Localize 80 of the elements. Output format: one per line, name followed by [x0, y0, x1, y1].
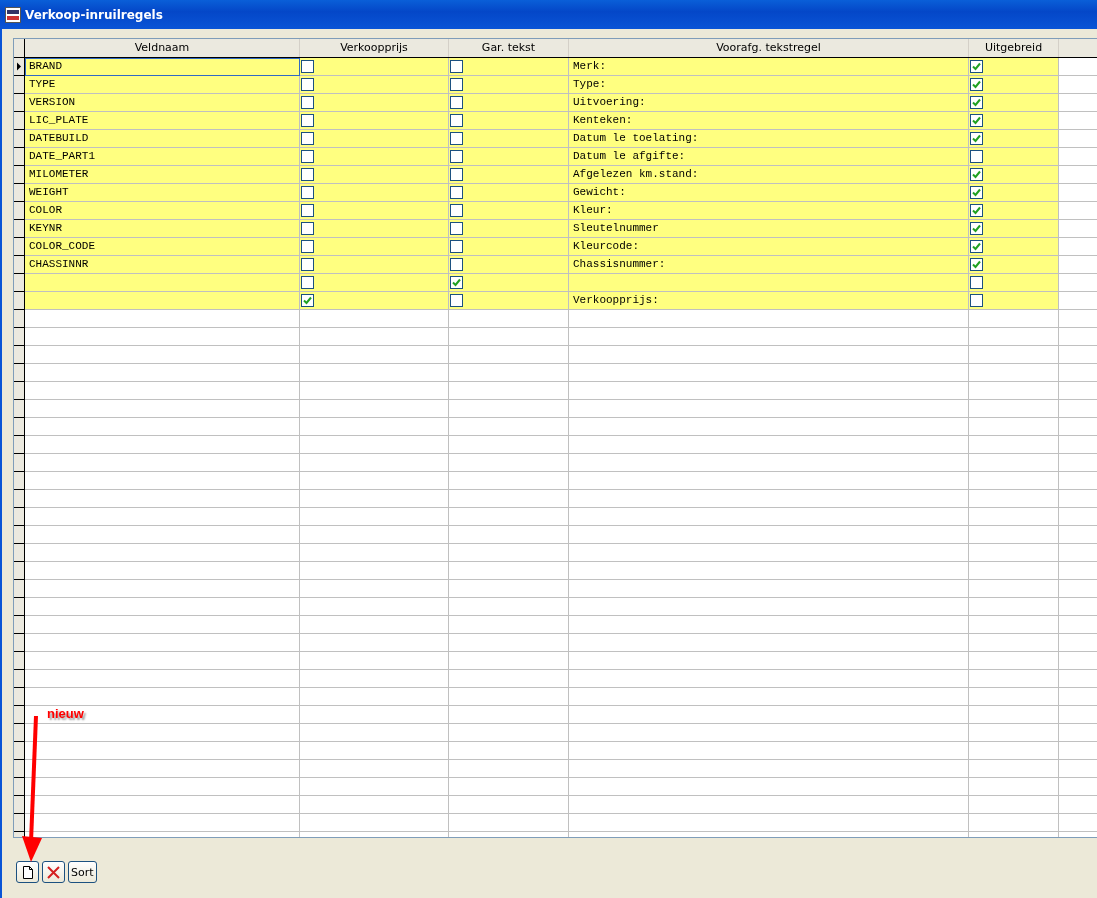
checkbox[interactable]	[301, 132, 314, 145]
checkbox[interactable]	[301, 114, 314, 127]
table-cell: Kleur:	[569, 202, 969, 220]
table-cell: CHASSINNR	[25, 256, 300, 274]
table-cell: COLOR	[25, 202, 300, 220]
table-cell: TYPE	[25, 76, 300, 94]
table-cell: BRAND	[25, 58, 300, 76]
checkbox[interactable]	[450, 132, 463, 145]
new-page-icon	[22, 865, 33, 879]
table-cell: WEIGHT	[25, 184, 300, 202]
checkbox[interactable]	[301, 168, 314, 181]
checkbox[interactable]	[970, 168, 983, 181]
checkbox[interactable]	[450, 204, 463, 217]
column-header: Gar. tekst	[449, 39, 569, 57]
checkbox[interactable]	[450, 114, 463, 127]
table-cell: Gewicht:	[569, 184, 969, 202]
checkbox[interactable]	[970, 78, 983, 91]
column-header: Voorafg. tekstregel	[569, 39, 969, 57]
table-cell: Kleurcode:	[569, 238, 969, 256]
checkbox[interactable]	[450, 186, 463, 199]
checkbox[interactable]	[301, 294, 314, 307]
table-cell: Chassisnummer:	[569, 256, 969, 274]
table-cell: Merk:	[569, 58, 969, 76]
checkbox[interactable]	[301, 186, 314, 199]
checkbox[interactable]	[970, 186, 983, 199]
checkbox[interactable]	[970, 114, 983, 127]
delete-button[interactable]	[42, 861, 65, 883]
table-cell: Verkoopprijs:	[569, 292, 969, 310]
checkbox[interactable]	[301, 78, 314, 91]
table-cell: DATEBUILD	[25, 130, 300, 148]
table-cell: COLOR_CODE	[25, 238, 300, 256]
table-cell: Type:	[569, 76, 969, 94]
table-cell: KEYNR	[25, 220, 300, 238]
table-cell: Uitvoering:	[569, 94, 969, 112]
checkbox[interactable]	[450, 150, 463, 163]
table-cell: MILOMETER	[25, 166, 300, 184]
new-button[interactable]	[16, 861, 39, 883]
table-cell: VERSION	[25, 94, 300, 112]
checkbox[interactable]	[970, 204, 983, 217]
table-cell: Sleutelnummer	[569, 220, 969, 238]
table-cell: Kenteken:	[569, 112, 969, 130]
table-cell: DATE_PART1	[25, 148, 300, 166]
checkbox[interactable]	[301, 276, 314, 289]
table-cell: Datum le afgifte:	[569, 148, 969, 166]
checkbox[interactable]	[301, 222, 314, 235]
checkbox[interactable]	[970, 258, 983, 271]
annotation-label: nieuw	[47, 706, 84, 721]
table-cell: Datum le toelating:	[569, 130, 969, 148]
close-icon	[47, 865, 60, 879]
checkbox[interactable]	[970, 240, 983, 253]
app-icon	[5, 6, 21, 23]
checkbox[interactable]	[970, 294, 983, 307]
checkbox[interactable]	[970, 96, 983, 109]
checkbox[interactable]	[450, 96, 463, 109]
checkbox[interactable]	[970, 132, 983, 145]
checkbox[interactable]	[450, 168, 463, 181]
checkbox[interactable]	[301, 96, 314, 109]
checkbox[interactable]	[450, 60, 463, 73]
checkbox[interactable]	[970, 222, 983, 235]
checkbox[interactable]	[450, 240, 463, 253]
checkbox[interactable]	[301, 240, 314, 253]
checkbox[interactable]	[970, 276, 983, 289]
checkbox[interactable]	[450, 294, 463, 307]
checkbox[interactable]	[301, 258, 314, 271]
checkbox[interactable]	[450, 78, 463, 91]
column-header: Verkoopprijs	[300, 39, 449, 57]
checkbox[interactable]	[301, 150, 314, 163]
checkbox[interactable]	[970, 150, 983, 163]
sort-button[interactable]: Sort	[68, 861, 97, 883]
table-cell: Afgelezen km.stand:	[569, 166, 969, 184]
checkbox[interactable]	[301, 60, 314, 73]
column-header: Uitgebreid	[969, 39, 1059, 57]
checkbox[interactable]	[450, 276, 463, 289]
checkbox[interactable]	[450, 258, 463, 271]
window-title: Verkoop-inruilregels	[25, 7, 163, 22]
column-header: Veldnaam	[25, 39, 300, 57]
checkbox[interactable]	[450, 222, 463, 235]
checkbox[interactable]	[301, 204, 314, 217]
table-cell: LIC_PLATE	[25, 112, 300, 130]
checkbox[interactable]	[970, 60, 983, 73]
